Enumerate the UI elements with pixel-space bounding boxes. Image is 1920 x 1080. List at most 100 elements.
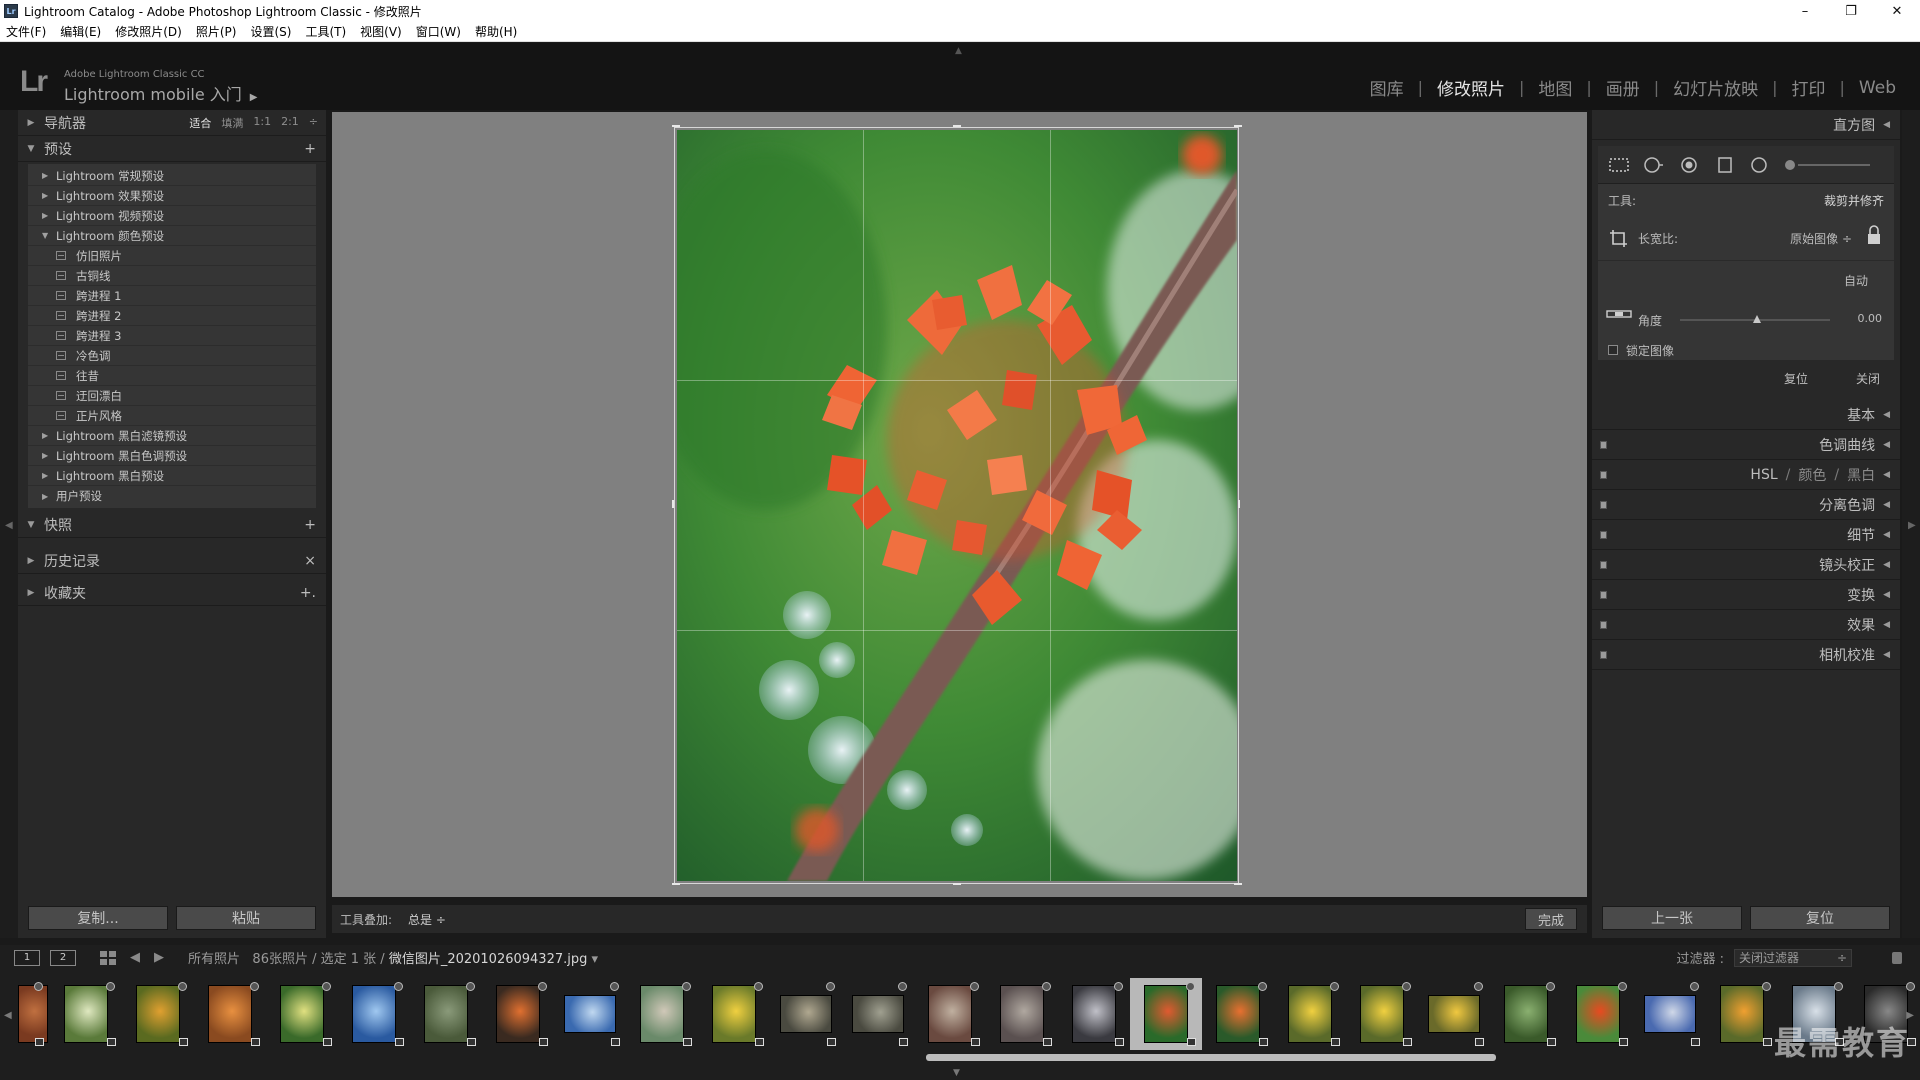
preset-item[interactable]: 迂回漂白 [28, 386, 316, 406]
menu-view[interactable]: 视图(V) [360, 23, 402, 40]
crop-close-button[interactable]: 关闭 [1856, 370, 1880, 387]
preset-group[interactable]: ▶ Lightroom 黑白预设 [28, 466, 316, 486]
tone-curve-header[interactable]: 色调曲线 ◀ [1592, 430, 1900, 460]
red-eye-icon[interactable] [1678, 156, 1700, 174]
collections-header[interactable]: ▶ 收藏夹 +. [18, 580, 326, 606]
preset-group[interactable]: ▶ Lightroom 黑白滤镜预设 [28, 426, 316, 446]
navigator-header[interactable]: ▶ 导航器 适合 填满 1:1 2:1 ÷ [18, 110, 326, 136]
thumbnail[interactable] [50, 978, 122, 1050]
photo-canvas[interactable] [332, 112, 1587, 897]
thumbnail[interactable] [122, 978, 194, 1050]
panel-switch-icon[interactable] [1600, 560, 1607, 569]
thumbnail[interactable] [1274, 978, 1346, 1050]
menu-edit[interactable]: 编辑(E) [60, 23, 101, 40]
zoom-2-1[interactable]: 2:1 [281, 115, 299, 131]
collapse-right-icon[interactable]: ▶ [1908, 520, 1916, 531]
angle-value[interactable]: 0.00 [1858, 312, 1883, 325]
module-slideshow[interactable]: 幻灯片放映 [1659, 75, 1772, 100]
crop-overlay-icon[interactable] [1608, 156, 1630, 174]
preset-item[interactable]: 跨进程 2 [28, 306, 316, 326]
crop-handle-right[interactable] [1238, 500, 1240, 508]
preset-item[interactable]: 跨进程 3 [28, 326, 316, 346]
thumbnail[interactable] [1562, 978, 1634, 1050]
filmstrip-scrollbar[interactable] [926, 1054, 1496, 1061]
adjustment-brush-icon[interactable] [1782, 156, 1872, 174]
spot-removal-icon[interactable] [1642, 156, 1664, 174]
aspect-lock-icon[interactable] [1866, 224, 1882, 246]
menu-photo[interactable]: 照片(P) [196, 23, 237, 40]
zoom-fill[interactable]: 填满 [221, 115, 243, 131]
angle-slider-knob[interactable] [1753, 315, 1761, 323]
preset-group[interactable]: ▶ Lightroom 常规预设 [28, 166, 316, 186]
preset-group[interactable]: ▶ Lightroom 效果预设 [28, 186, 316, 206]
forward-arrow-icon[interactable]: ▶ [154, 950, 164, 965]
thumbnail[interactable] [194, 978, 266, 1050]
crop-handle-tl[interactable] [672, 125, 680, 127]
preset-item[interactable]: 跨进程 1 [28, 286, 316, 306]
previous-button[interactable]: 上一张 [1602, 906, 1742, 930]
thumbnail[interactable] [1490, 978, 1562, 1050]
thumbnail[interactable] [16, 978, 50, 1050]
filter-select[interactable]: 关闭过滤器 ÷ [1734, 948, 1852, 967]
photo-preview[interactable] [677, 130, 1237, 881]
preset-item[interactable]: 仿旧照片 [28, 246, 316, 266]
crop-handle-tr[interactable] [1234, 125, 1242, 127]
add-collection-icon[interactable]: +. [300, 585, 316, 601]
hsl-header[interactable]: HSL / 颜色 / 黑白 ◀ [1592, 460, 1900, 490]
thumbnail[interactable] [1706, 978, 1778, 1050]
panel-switch-icon[interactable] [1600, 620, 1607, 629]
preset-item[interactable]: 冷色调 [28, 346, 316, 366]
panel-switch-icon[interactable] [1600, 440, 1607, 449]
menu-help[interactable]: 帮助(H) [475, 23, 517, 40]
detail-header[interactable]: 细节 ◀ [1592, 520, 1900, 550]
straighten-level-icon[interactable] [1606, 306, 1632, 322]
effects-header[interactable]: 效果 ◀ [1592, 610, 1900, 640]
preset-group[interactable]: ▶ Lightroom 视频预设 [28, 206, 316, 226]
calibration-header[interactable]: 相机校准 ◀ [1592, 640, 1900, 670]
thumbnail[interactable] [1202, 978, 1274, 1050]
angle-slider[interactable] [1680, 315, 1830, 323]
module-book[interactable]: 画册 [1592, 75, 1654, 100]
back-arrow-icon[interactable]: ◀ [130, 950, 140, 965]
presets-header[interactable]: ▼ 预设 + [18, 136, 326, 162]
left-panel-edge[interactable]: ◀ [0, 110, 18, 938]
thumbnail[interactable] [1058, 978, 1130, 1050]
thumbnail[interactable] [698, 978, 770, 1050]
clear-history-icon[interactable]: × [304, 553, 316, 569]
thumbnail[interactable] [914, 978, 986, 1050]
menu-develop[interactable]: 修改照片(D) [115, 23, 182, 40]
thumbnail-selected[interactable] [1130, 978, 1202, 1050]
main-screen-button[interactable]: 1 [14, 949, 40, 966]
panel-switch-icon[interactable] [1600, 470, 1607, 479]
thumbnail[interactable] [986, 978, 1058, 1050]
module-map[interactable]: 地图 [1524, 75, 1586, 100]
zoom-fit[interactable]: 适合 [189, 115, 211, 131]
thumbnail[interactable] [410, 978, 482, 1050]
basic-header[interactable]: 基本 ◀ [1592, 400, 1900, 430]
split-toning-header[interactable]: 分离色调 ◀ [1592, 490, 1900, 520]
auto-straighten-button[interactable]: 自动 [1844, 272, 1868, 289]
minimize-button[interactable]: – [1782, 0, 1828, 22]
thumbnail[interactable] [1634, 978, 1706, 1050]
hsl-tab[interactable]: HSL [1750, 467, 1777, 483]
filename-dropdown-icon[interactable]: ▾ [592, 952, 599, 967]
menu-window[interactable]: 窗口(W) [416, 23, 461, 40]
collapse-top-panel-icon[interactable]: ▲ [955, 46, 962, 56]
right-panel-edge[interactable]: ▶ [1902, 110, 1920, 938]
copy-settings-button[interactable]: 复制... [28, 906, 168, 930]
panel-switch-icon[interactable] [1600, 530, 1607, 539]
zoom-1-1[interactable]: 1:1 [253, 115, 271, 131]
filter-lock-icon[interactable] [1892, 951, 1902, 964]
crop-handle-br[interactable] [1234, 883, 1242, 885]
close-window-button[interactable]: ✕ [1874, 0, 1920, 22]
crop-handle-left[interactable] [672, 500, 674, 508]
thumbnail[interactable] [338, 978, 410, 1050]
snapshots-header[interactable]: ▼ 快照 + [18, 512, 326, 538]
menu-tools[interactable]: 工具(T) [305, 23, 346, 40]
thumbnail[interactable] [842, 978, 914, 1050]
module-develop[interactable]: 修改照片 [1423, 75, 1519, 100]
graduated-filter-icon[interactable] [1714, 156, 1736, 174]
thumbnail[interactable] [554, 978, 626, 1050]
done-button[interactable]: 完成 [1525, 908, 1577, 930]
thumbnail[interactable] [770, 978, 842, 1050]
